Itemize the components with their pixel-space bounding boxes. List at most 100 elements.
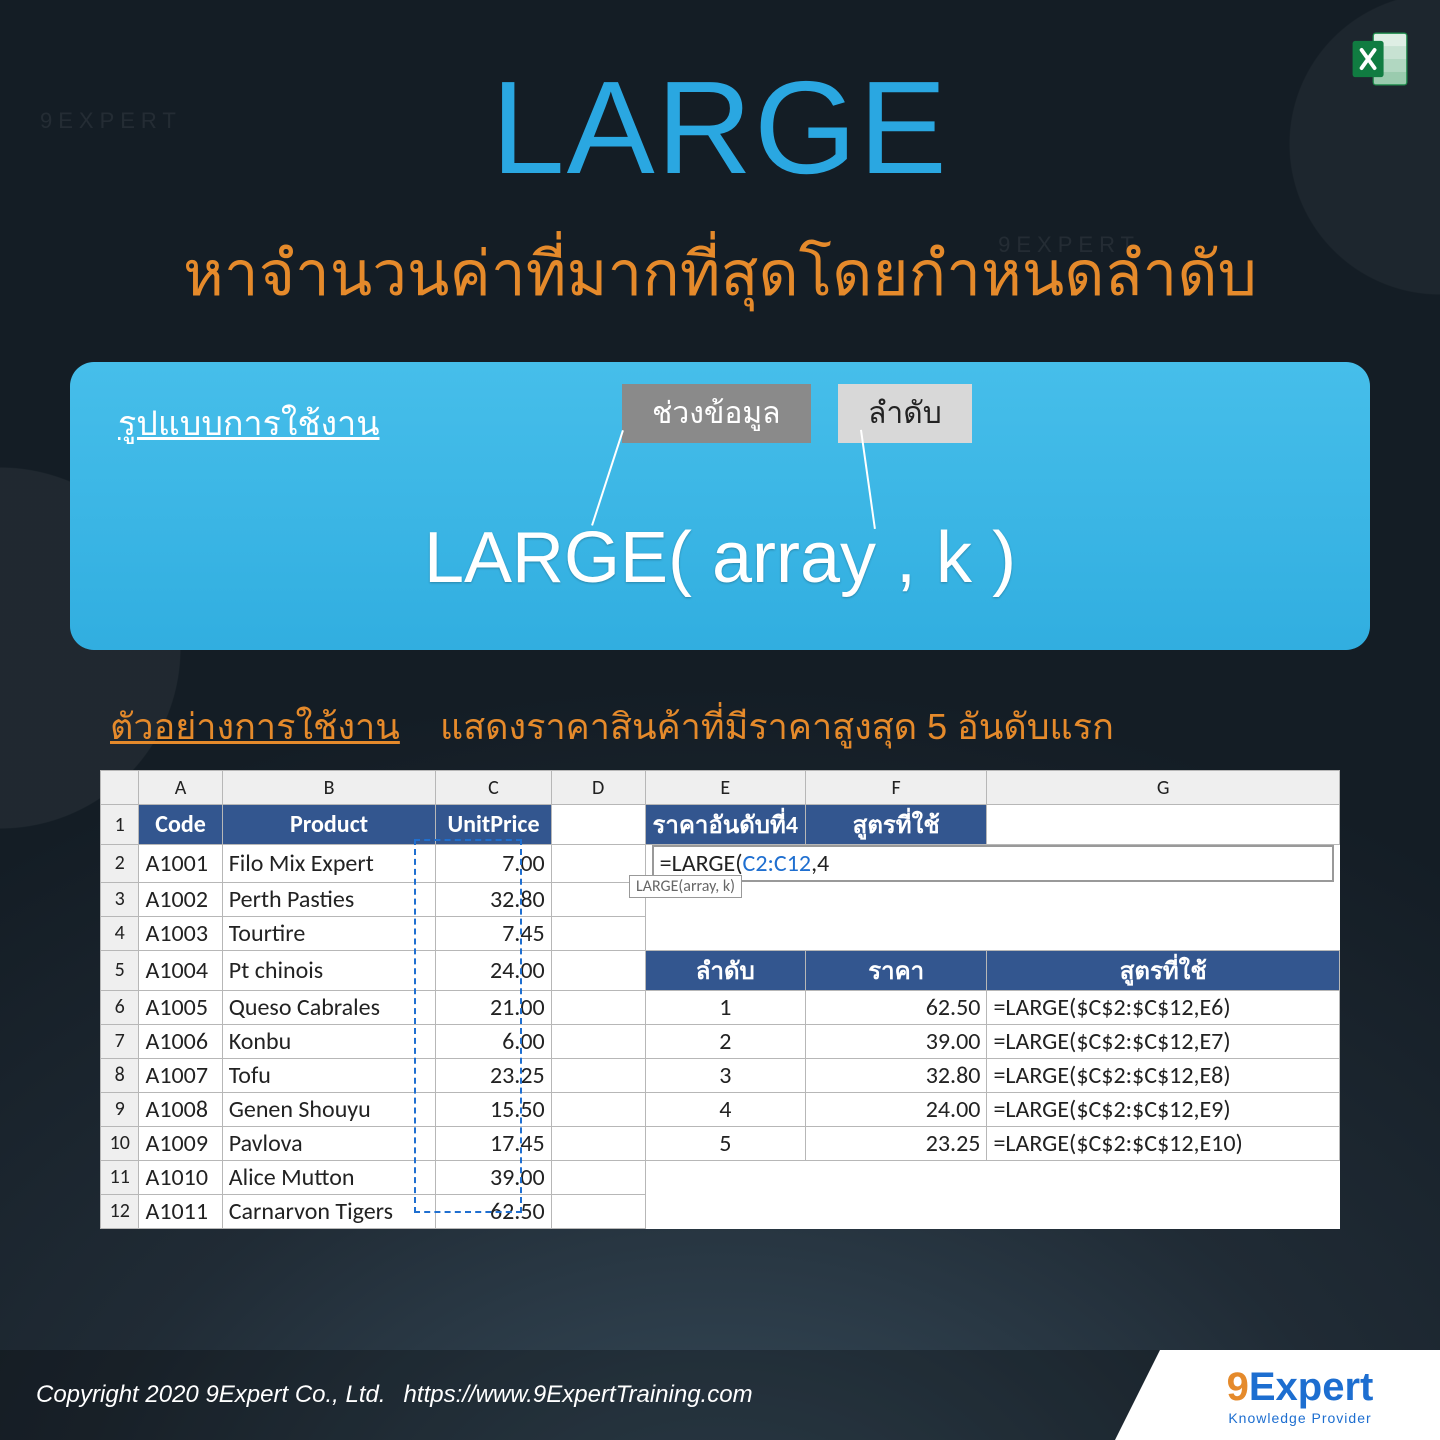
row-number[interactable]: 8	[101, 1058, 139, 1092]
cell[interactable]: =LARGE($C$2:$C$12,E8)	[987, 1058, 1340, 1092]
cell[interactable]: A1003	[139, 916, 222, 950]
cell[interactable]: Konbu	[222, 1024, 436, 1058]
cell[interactable]: 32.80	[436, 882, 551, 916]
cell[interactable]: 62.50	[436, 1194, 551, 1228]
col-header[interactable]: B	[222, 771, 436, 805]
cell[interactable]: Queso Cabrales	[222, 990, 436, 1024]
row-number[interactable]: 11	[101, 1160, 139, 1194]
col-header[interactable]: F	[805, 771, 987, 805]
row-number[interactable]: 5	[101, 950, 139, 990]
cell[interactable]: 7.00	[436, 845, 551, 883]
cell[interactable]	[987, 805, 1340, 845]
cell[interactable]: A1001	[139, 845, 222, 883]
cell[interactable]: 39.00	[436, 1160, 551, 1194]
cell[interactable]	[987, 1160, 1340, 1194]
cell[interactable]: Perth Pasties	[222, 882, 436, 916]
cell[interactable]: Tofu	[222, 1058, 436, 1092]
cell[interactable]: Code	[139, 805, 222, 845]
cell[interactable]: 5	[645, 1126, 805, 1160]
cell[interactable]	[551, 1058, 645, 1092]
col-header[interactable]: D	[551, 771, 645, 805]
cell[interactable]: A1004	[139, 950, 222, 990]
cell[interactable]: 39.00	[805, 1024, 987, 1058]
cell[interactable]: ราคา	[805, 950, 987, 990]
cell[interactable]: Pt chinois	[222, 950, 436, 990]
cell[interactable]	[551, 1194, 645, 1228]
cell[interactable]: UnitPrice	[436, 805, 551, 845]
cell[interactable]: 32.80	[805, 1058, 987, 1092]
cell[interactable]: A1010	[139, 1160, 222, 1194]
cell[interactable]: 17.45	[436, 1126, 551, 1160]
col-header[interactable]: C	[436, 771, 551, 805]
row-number[interactable]: 9	[101, 1092, 139, 1126]
cell[interactable]	[551, 1160, 645, 1194]
cell[interactable]: 24.00	[436, 950, 551, 990]
cell[interactable]: =LARGE($C$2:$C$12,E7)	[987, 1024, 1340, 1058]
cell[interactable]: A1008	[139, 1092, 222, 1126]
cell[interactable]: 1	[645, 990, 805, 1024]
cell[interactable]	[805, 1194, 987, 1228]
cell[interactable]: Genen Shouyu	[222, 1092, 436, 1126]
footer-url[interactable]: https://www.9ExpertTraining.com	[404, 1381, 1171, 1409]
cell[interactable]: 21.00	[436, 990, 551, 1024]
cell[interactable]	[645, 1194, 805, 1228]
cell[interactable]	[551, 1024, 645, 1058]
cell[interactable]	[987, 1194, 1340, 1228]
formula-editing-cell[interactable]: =LARGE(C2:C12,4	[652, 845, 1334, 882]
cell[interactable]	[551, 1092, 645, 1126]
cell[interactable]: =LARGE($C$2:$C$12,E10)	[987, 1126, 1340, 1160]
cell[interactable]: 3	[645, 1058, 805, 1092]
cell[interactable]: A1011	[139, 1194, 222, 1228]
cell[interactable]: ราคาอันดับที่4	[645, 805, 805, 845]
cell[interactable]: สูตรที่ใช้	[987, 950, 1340, 990]
cell[interactable]	[805, 1160, 987, 1194]
row-number[interactable]: 3	[101, 882, 139, 916]
cell[interactable]: สูตรที่ใช้	[805, 805, 987, 845]
cell[interactable]	[551, 805, 645, 845]
cell[interactable]	[987, 916, 1340, 950]
cell[interactable]	[551, 990, 645, 1024]
cell[interactable]	[551, 916, 645, 950]
row-number[interactable]: 12	[101, 1194, 139, 1228]
cell[interactable]	[645, 1160, 805, 1194]
row-number[interactable]: 7	[101, 1024, 139, 1058]
cell[interactable]	[551, 950, 645, 990]
cell[interactable]: =LARGE($C$2:$C$12,E9)	[987, 1092, 1340, 1126]
cell[interactable]: A1006	[139, 1024, 222, 1058]
cell[interactable]: 6.00	[436, 1024, 551, 1058]
cell[interactable]: A1005	[139, 990, 222, 1024]
row-number[interactable]: 1	[101, 805, 139, 845]
cell[interactable]	[805, 882, 987, 916]
cell[interactable]	[551, 1126, 645, 1160]
cell[interactable]: 7.45	[436, 916, 551, 950]
row-number[interactable]: 2	[101, 845, 139, 883]
cell[interactable]: Pavlova	[222, 1126, 436, 1160]
cell[interactable]: A1007	[139, 1058, 222, 1092]
row-number[interactable]: 10	[101, 1126, 139, 1160]
cell[interactable]: =LARGE($C$2:$C$12,E6)	[987, 990, 1340, 1024]
cell[interactable]: ลำดับ	[645, 950, 805, 990]
cell[interactable]: Filo Mix Expert	[222, 845, 436, 883]
cell[interactable]: Tourtire	[222, 916, 436, 950]
cell[interactable]: 4	[645, 1092, 805, 1126]
cell[interactable]: 23.25	[436, 1058, 551, 1092]
cell[interactable]: Alice Mutton	[222, 1160, 436, 1194]
col-header[interactable]: A	[139, 771, 222, 805]
cell[interactable]: 15.50	[436, 1092, 551, 1126]
cell[interactable]: A1009	[139, 1126, 222, 1160]
row-number[interactable]: 6	[101, 990, 139, 1024]
cell[interactable]: Product	[222, 805, 436, 845]
cell[interactable]: =LARGE(C2:C12,4	[645, 845, 1339, 883]
cell[interactable]: 23.25	[805, 1126, 987, 1160]
row-number[interactable]: 4	[101, 916, 139, 950]
cell[interactable]: 2	[645, 1024, 805, 1058]
cell[interactable]	[645, 916, 805, 950]
cell[interactable]	[987, 882, 1340, 916]
cell[interactable]: Carnarvon Tigers	[222, 1194, 436, 1228]
cell[interactable]: A1002	[139, 882, 222, 916]
cell[interactable]: 24.00	[805, 1092, 987, 1126]
cell[interactable]	[805, 916, 987, 950]
col-header[interactable]: E	[645, 771, 805, 805]
cell[interactable]: 62.50	[805, 990, 987, 1024]
col-header[interactable]: G	[987, 771, 1340, 805]
